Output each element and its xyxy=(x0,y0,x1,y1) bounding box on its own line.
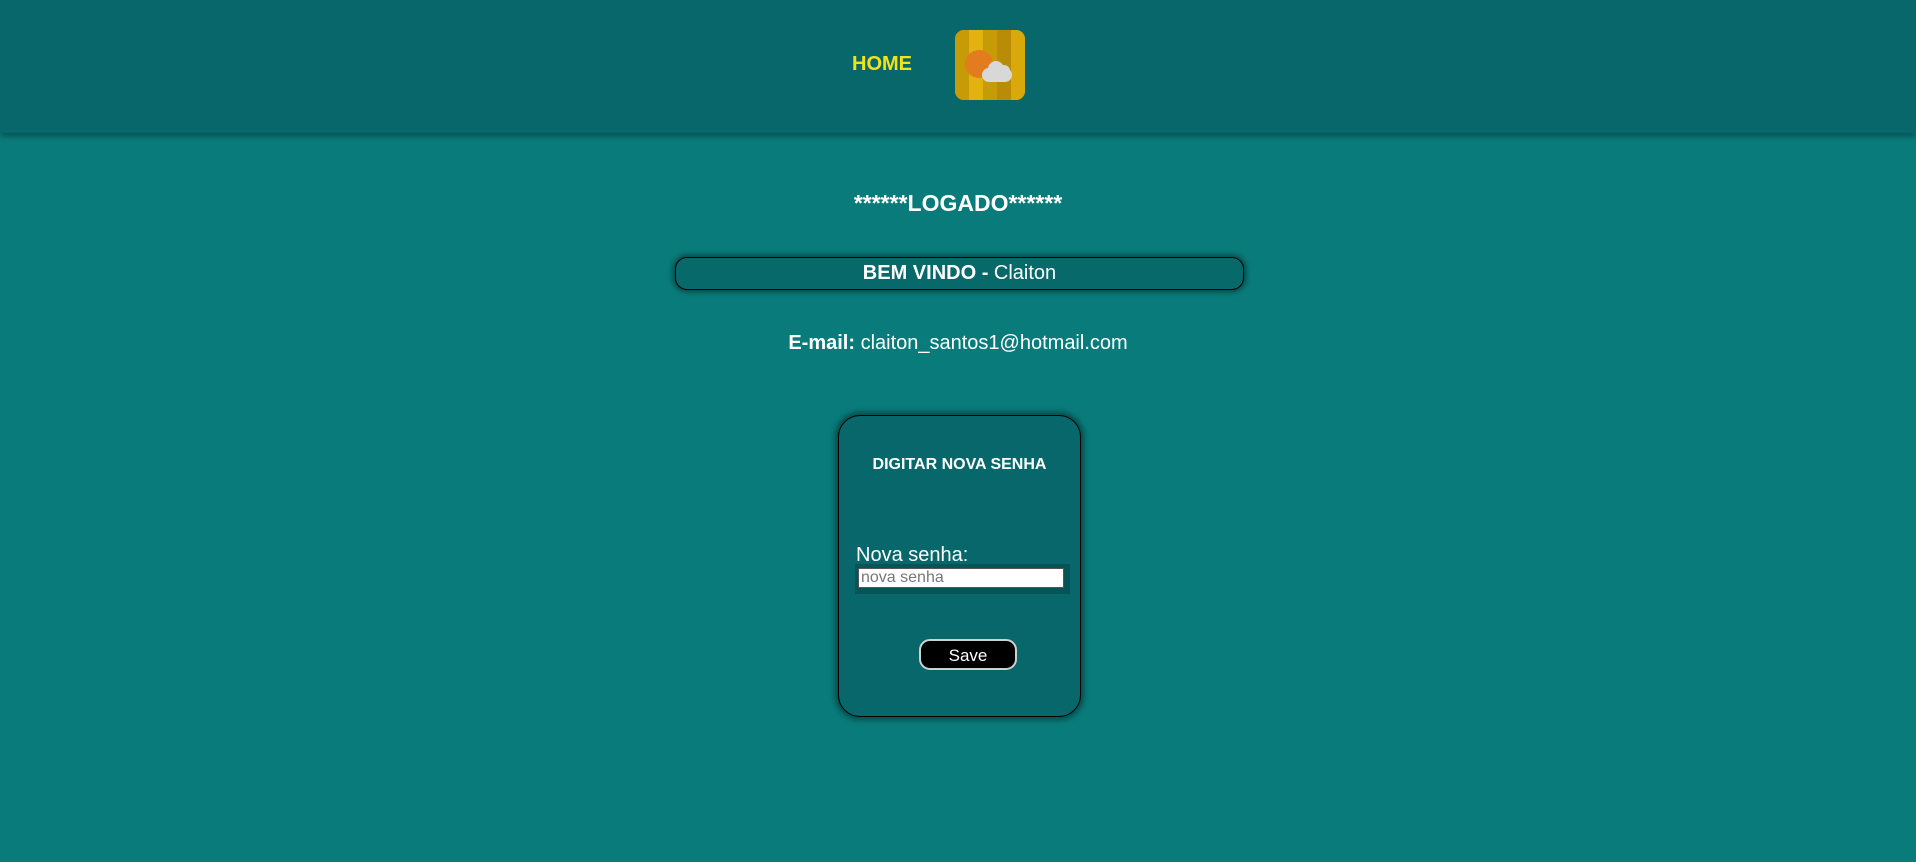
weather-logo-icon[interactable] xyxy=(955,30,1025,100)
top-navbar: HOME xyxy=(0,0,1916,133)
home-link[interactable]: HOME xyxy=(852,53,912,76)
new-password-field-wrapper xyxy=(855,564,1070,594)
welcome-banner: BEM VINDO - Claiton xyxy=(675,257,1244,290)
welcome-username: Claiton xyxy=(993,262,1057,284)
email-value: claiton_santos1@hotmail.com xyxy=(860,332,1128,354)
save-button[interactable]: Save xyxy=(919,639,1017,670)
email-label: E-mail: xyxy=(788,332,855,354)
change-password-card: DIGITAR NOVA SENHA Nova senha: Save xyxy=(838,415,1081,717)
new-password-input[interactable] xyxy=(858,568,1064,588)
welcome-prefix: BEM VINDO - xyxy=(862,262,989,284)
change-password-title: DIGITAR NOVA SENHA xyxy=(872,456,1047,473)
logged-status-title: ******LOGADO****** xyxy=(853,190,1063,216)
email-display: E-mail: claiton_santos1@hotmail.com xyxy=(0,332,1916,355)
